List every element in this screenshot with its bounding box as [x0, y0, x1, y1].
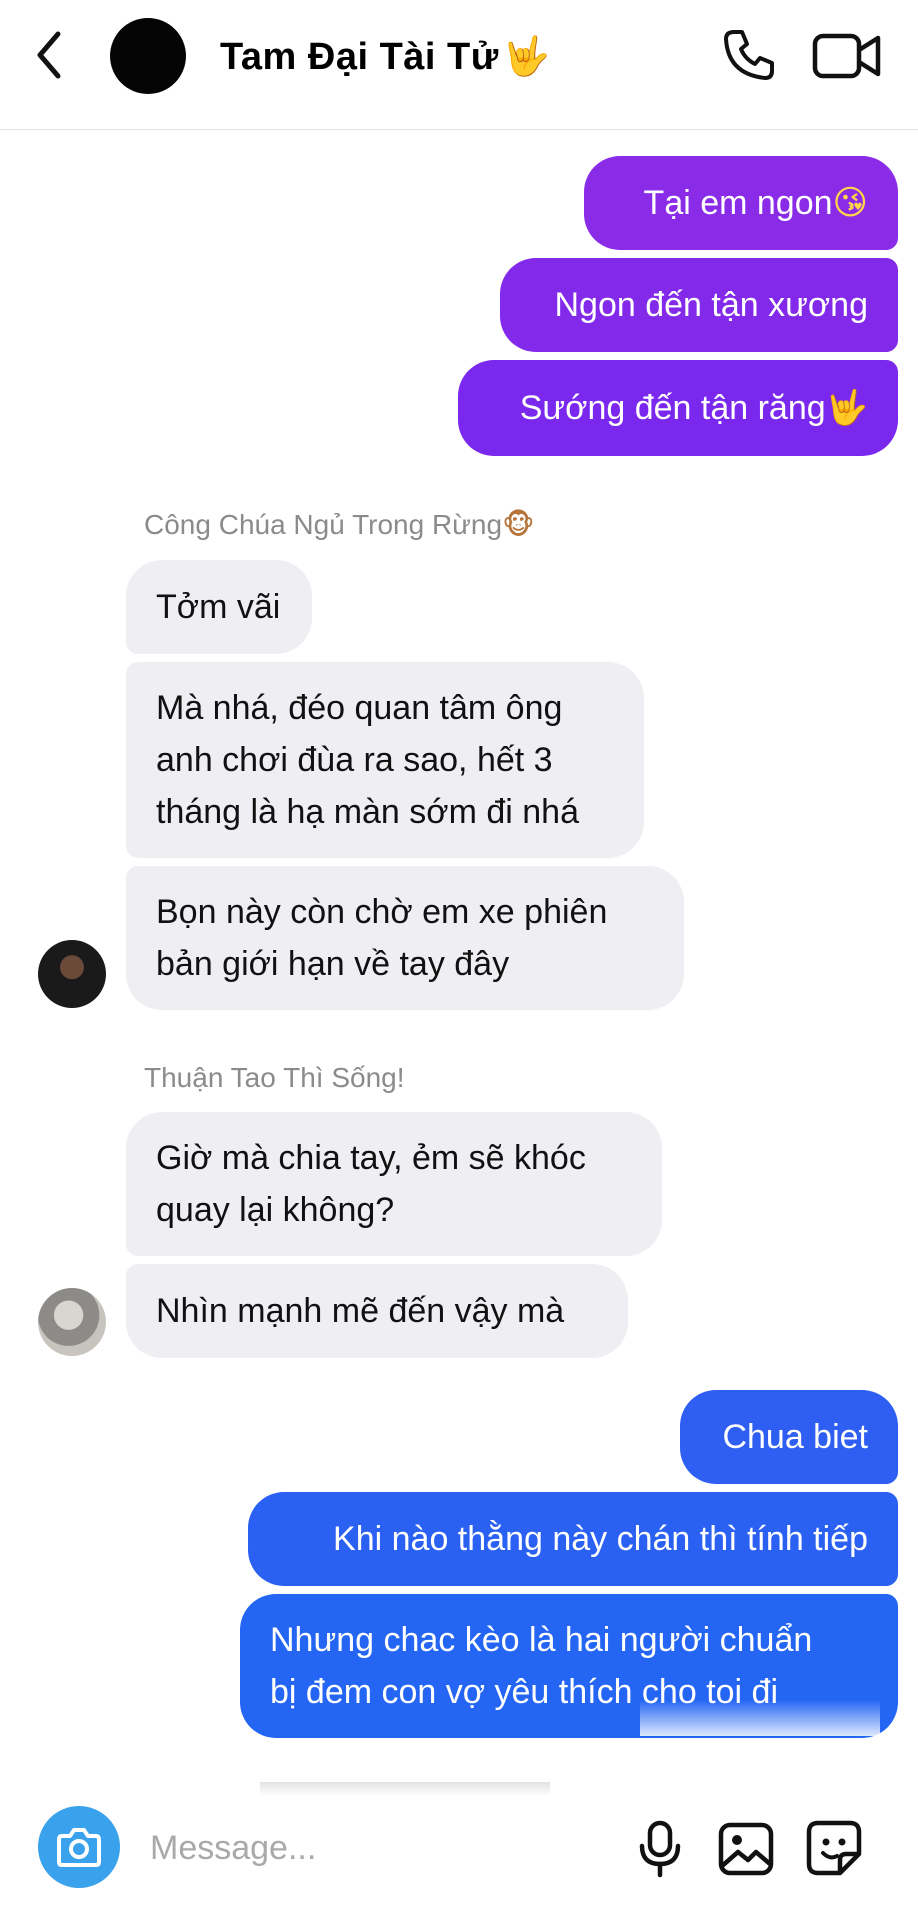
message-text: Tởm vãi [156, 588, 281, 626]
chat-title-emoji: 🤟 [502, 34, 551, 78]
partially-hidden-sender-name [260, 1782, 550, 1796]
message-text-line: Bọn này còn chờ em xe phiên [156, 893, 608, 931]
kiss-emoji: 😘 [832, 183, 868, 223]
message-bubble-incoming[interactable]: Bọn này còn chờ em xe phiên bản giới hạn… [126, 866, 684, 1010]
gallery-icon[interactable] [718, 1822, 774, 1876]
message-text-line: bản giới hạn về tay đây [156, 945, 510, 983]
message-text-line: tháng là hạ màn sớm đi nhá [156, 793, 579, 831]
group-avatar[interactable] [110, 18, 186, 94]
video-camera-icon[interactable] [812, 28, 882, 84]
bottom-fade-overlay [640, 1700, 880, 1736]
microphone-icon[interactable] [636, 1820, 684, 1878]
message-bubble-outgoing[interactable]: Chua biet [680, 1390, 898, 1484]
message-input[interactable] [150, 1822, 600, 1874]
message-text-line: Giờ mà chia tay, ẻm sẽ khóc [156, 1139, 586, 1177]
message-bubble-incoming[interactable]: Nhìn mạnh mẽ đến vậy mà [126, 1264, 628, 1358]
message-bubble-incoming[interactable]: Tởm vãi [126, 560, 312, 654]
message-text-line: Nhưng chac kèo là hai người chuẩn [270, 1621, 813, 1659]
camera-icon [57, 1828, 101, 1867]
message-text-line: anh chơi đùa ra sao, hết 3 [156, 741, 553, 779]
sender-name: Công Chúa Ngủ Trong Rừng🐵 [144, 508, 535, 541]
sticker-icon[interactable] [806, 1820, 862, 1876]
chat-title-text: Tam Đại Tài Tử [220, 36, 499, 78]
message-text: Tại em ngon [643, 184, 833, 222]
back-chevron-icon[interactable] [30, 24, 70, 86]
camera-button[interactable] [38, 1806, 120, 1888]
message-text: Nhìn mạnh mẽ đến vậy mà [156, 1292, 565, 1330]
message-bubble-outgoing[interactable]: Ngon đến tận xương [500, 258, 898, 352]
message-text-line: quay lại không? [156, 1191, 395, 1229]
sender-name: Thuận Tao Thì Sống! [144, 1062, 405, 1093]
message-bubble-outgoing[interactable]: Tại em ngon😘 [584, 156, 898, 250]
message-bubble-outgoing[interactable]: Khi nào thằng này chán thì tính tiếp [248, 1492, 898, 1586]
sender-avatar[interactable] [38, 940, 106, 1008]
message-text: Sướng đến tận răng [519, 389, 826, 427]
message-text: Ngon đến tận xương [554, 286, 869, 324]
chat-title[interactable]: Tam Đại Tài Tử 🤟 [220, 30, 551, 83]
chat-header: Tam Đại Tài Tử 🤟 [0, 0, 918, 130]
message-text-line: Mà nhá, đéo quan tâm ông [156, 689, 563, 727]
message-text: Khi nào thằng này chán thì tính tiếp [333, 1520, 868, 1558]
rock-hand-emoji: 🤟 [825, 388, 868, 428]
sender-avatar[interactable] [38, 1288, 106, 1356]
message-bubble-incoming[interactable]: Giờ mà chia tay, ẻm sẽ khóc quay lại khô… [126, 1112, 662, 1256]
message-text: Chua biet [722, 1418, 868, 1456]
message-bubble-incoming[interactable]: Mà nhá, đéo quan tâm ông anh chơi đùa ra… [126, 662, 644, 858]
monkey-emoji: 🐵 [502, 508, 535, 541]
phone-icon[interactable] [720, 26, 778, 84]
message-bubble-outgoing[interactable]: Sướng đến tận răng🤟 [458, 360, 898, 456]
